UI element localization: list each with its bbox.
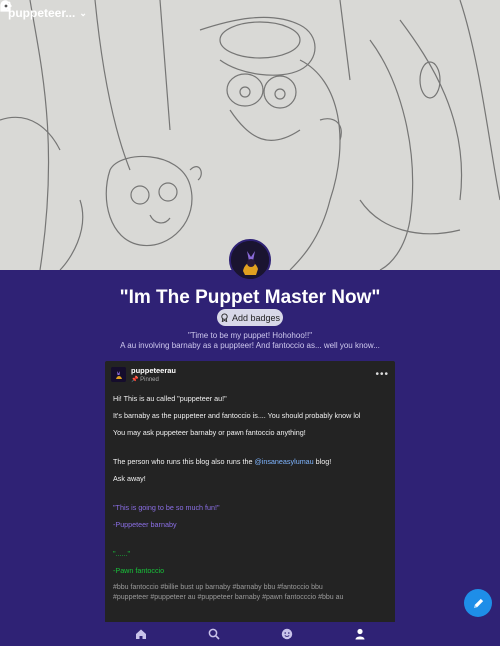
description-line: "Time to be my puppet! Hohohoo!!": [187, 331, 313, 340]
header-image: puppeteer... ⌄: [0, 0, 500, 270]
flask-icon[interactable]: [0, 0, 429, 19]
post-paragraph: Ask away!: [113, 474, 146, 483]
post-tags[interactable]: #bbu fantoccio #billie bust up barnaby #…: [113, 583, 387, 603]
blog-avatar[interactable]: [229, 239, 271, 281]
share-icon[interactable]: [0, 0, 471, 19]
tags-line[interactable]: #bbu fantoccio #billie bust up barnaby #…: [113, 583, 387, 593]
post-paragraph: It's barnaby as the puppeteer and fantoc…: [113, 411, 361, 420]
add-badges-button[interactable]: Add badges: [217, 309, 283, 326]
blog-description: "Time to be my puppet! Hohohoo!!" A au i…: [0, 331, 500, 350]
more-options-icon[interactable]: •••: [375, 369, 389, 380]
badge-icon: [221, 313, 228, 322]
smiley-icon[interactable]: [280, 628, 293, 641]
post-paragraph: The person who runs this blog also runs …: [113, 457, 387, 466]
pinned-post: puppeteerau 📌 Pinned ••• Hi! This is au …: [105, 361, 395, 623]
runs-prefix: The person who runs this blog also runs …: [113, 457, 255, 466]
quote-barnaby: "This is going to be so much fun!": [113, 503, 220, 512]
post-paragraph: You may ask puppeteer barnaby or pawn fa…: [113, 428, 306, 437]
sign-barnaby: -Puppeteer barnaby: [113, 520, 177, 529]
blog-switcher[interactable]: puppeteer... ⌄: [8, 6, 87, 20]
blog-switcher-label: puppeteer...: [8, 6, 76, 20]
sign-fantoccio: -Pawn fantoccio: [113, 566, 165, 575]
runs-suffix: blog!: [313, 457, 332, 466]
person-icon[interactable]: [353, 628, 366, 641]
bottom-nav: [0, 622, 500, 646]
post-username[interactable]: puppeteerau: [131, 366, 176, 375]
palette-icon[interactable]: [1, 1, 450, 19]
quote-fantoccio: "......": [113, 549, 131, 558]
search-icon[interactable]: [207, 628, 220, 641]
top-icons: [0, 0, 492, 19]
pencil-icon: [473, 598, 483, 608]
sketch-drawing: [0, 0, 500, 270]
description-line: A au involving barnaby as a puppteer! An…: [120, 340, 380, 350]
mention-link[interactable]: @insaneasylumau: [254, 457, 313, 466]
search-icon[interactable]: [0, 0, 408, 19]
tags-line[interactable]: #puppeteer #puppeteer au #puppeteer barn…: [113, 593, 387, 603]
compose-button[interactable]: [464, 589, 492, 617]
pin-icon: 📌: [131, 377, 139, 383]
post-avatar[interactable]: [111, 367, 126, 382]
pinned-label: Pinned: [140, 377, 159, 383]
blog-name: "Im The Puppet Master Now": [119, 287, 381, 308]
post-paragraph: Hi! This is au called "puppeteer au!": [113, 394, 227, 403]
top-bar: puppeteer... ⌄: [0, 0, 500, 26]
home-icon[interactable]: [134, 628, 147, 641]
gear-icon[interactable]: [0, 0, 492, 19]
post-header: puppeteerau 📌 Pinned •••: [105, 361, 395, 388]
pinned-indicator: 📌 Pinned: [131, 376, 176, 383]
post-body: Hi! This is au called "puppeteer au!" It…: [105, 388, 395, 609]
add-badges-label: Add badges: [231, 312, 281, 323]
chevron-down-icon: ⌄: [79, 7, 87, 18]
